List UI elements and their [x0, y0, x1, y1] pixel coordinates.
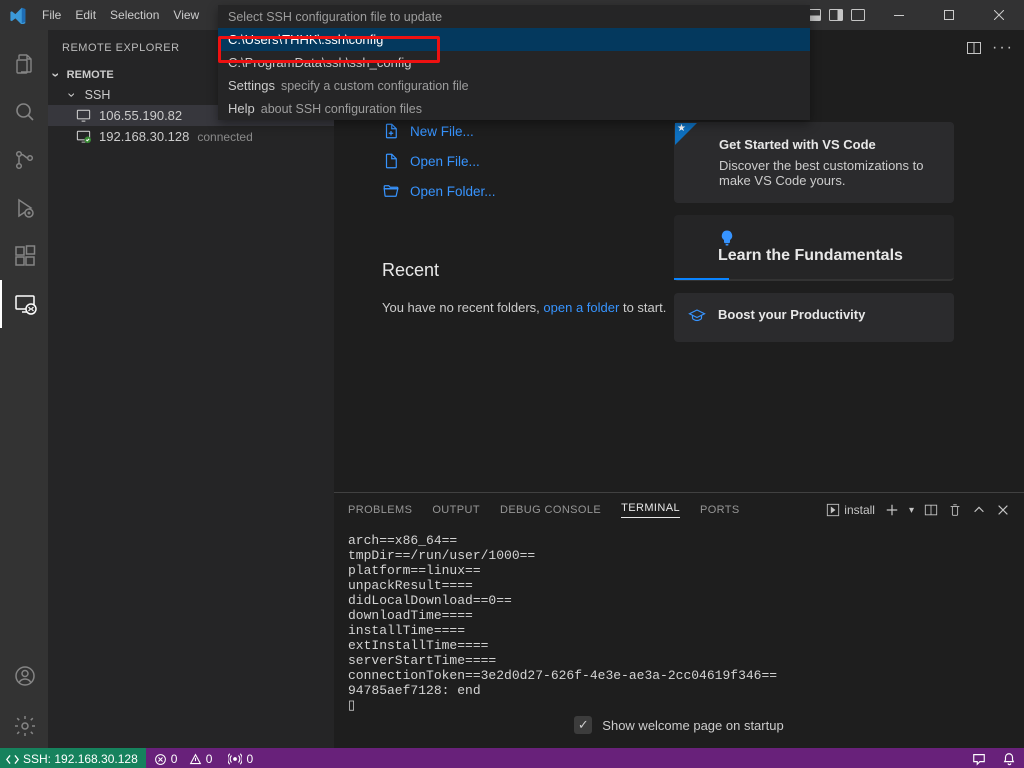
recent-heading: Recent — [382, 260, 674, 281]
progress-bar — [674, 278, 729, 280]
star-badge-icon — [675, 123, 697, 145]
ports-count: 0 — [246, 752, 253, 766]
new-file-label: New File... — [410, 124, 474, 139]
run-debug-icon[interactable] — [0, 184, 48, 232]
status-bar: SSH: 192.168.30.128 0 0 0 — [0, 748, 1024, 768]
settings-gear-icon[interactable] — [0, 704, 48, 748]
qi-label: Help — [228, 101, 255, 116]
quick-input-item[interactable]: Help about SSH configuration files — [218, 97, 810, 120]
tab-debug-console[interactable]: DEBUG CONSOLE — [500, 504, 601, 516]
walkthrough-get-started[interactable]: Get Started with VS Code Discover the be… — [674, 122, 954, 203]
qi-label: Settings — [228, 78, 275, 93]
menu-file[interactable]: File — [35, 0, 68, 30]
extensions-icon[interactable] — [0, 232, 48, 280]
remote-explorer-icon[interactable] — [0, 280, 48, 328]
window-close[interactable] — [976, 0, 1022, 30]
chevron-down-icon[interactable]: ▾ — [909, 505, 914, 516]
card-title: Learn the Fundamentals — [718, 247, 938, 265]
more-actions-icon[interactable]: ··· — [992, 39, 1014, 57]
kill-terminal-icon[interactable] — [948, 503, 962, 517]
tab-output[interactable]: OUTPUT — [432, 504, 480, 516]
close-panel-icon[interactable] — [996, 503, 1010, 517]
warning-count: 0 — [206, 752, 213, 766]
tab-problems[interactable]: PROBLEMS — [348, 504, 412, 516]
quick-input-item[interactable]: Settings specify a custom configuration f… — [218, 74, 810, 97]
task-name: install — [844, 503, 875, 517]
maximize-panel-icon[interactable] — [972, 503, 986, 517]
open-file-link[interactable]: Open File... — [382, 152, 674, 170]
remote-indicator[interactable]: SSH: 192.168.30.128 — [0, 748, 146, 768]
quick-input-item[interactable]: C:\ProgramData\ssh\ssh_config — [218, 51, 810, 74]
remote-label: SSH: 192.168.30.128 — [23, 752, 138, 766]
monitor-connected-icon — [76, 129, 91, 144]
host-status: connected — [197, 130, 252, 144]
panel: PROBLEMS OUTPUT DEBUG CONSOLE TERMINAL P… — [334, 492, 1024, 748]
split-terminal-icon[interactable] — [924, 503, 938, 517]
section-remote-label: REMOTE — [67, 69, 114, 81]
open-folder-link[interactable]: Open Folder... — [382, 182, 674, 200]
card-title: Boost your Productivity — [718, 307, 938, 322]
mortarboard-icon — [688, 307, 706, 325]
qi-sublabel: specify a custom configuration file — [281, 79, 469, 93]
menu-selection[interactable]: Selection — [103, 0, 166, 30]
sidebar: REMOTE EXPLORER REMOTE SSH 106.55.190.82… — [48, 30, 334, 748]
window-minimize[interactable] — [876, 0, 922, 30]
customize-layout-icon[interactable] — [850, 7, 866, 23]
qi-sublabel: about SSH configuration files — [261, 102, 422, 116]
quick-input: Select SSH configuration file to update … — [218, 5, 810, 120]
host-item[interactable]: 192.168.30.128 connected — [48, 126, 334, 147]
activity-bar — [0, 30, 48, 748]
vscode-logo — [0, 7, 35, 24]
qi-label: C:\ProgramData\ssh\ssh_config — [228, 55, 412, 70]
feedback-icon[interactable] — [964, 752, 994, 766]
chevron-down-icon — [54, 67, 63, 83]
menu-edit[interactable]: Edit — [68, 0, 103, 30]
card-title: Get Started with VS Code — [719, 137, 937, 152]
source-control-icon[interactable] — [0, 136, 48, 184]
quick-input-item[interactable]: C:\Users\THHK\.ssh\config — [218, 28, 810, 51]
editor-area: ··· Start New File... Open File... Open … — [334, 30, 1024, 748]
host-ip: 106.55.190.82 — [99, 108, 182, 123]
lightbulb-icon — [718, 229, 938, 247]
open-folder-inline-link[interactable]: open a folder — [543, 300, 619, 315]
accounts-icon[interactable] — [0, 652, 48, 700]
ports-status[interactable]: 0 — [220, 752, 261, 766]
open-folder-label: Open Folder... — [410, 184, 496, 199]
toggle-secondary-icon[interactable] — [828, 7, 844, 23]
new-file-link[interactable]: New File... — [382, 122, 674, 140]
tree-ssh-label: SSH — [85, 88, 111, 102]
tab-terminal[interactable]: TERMINAL — [621, 502, 680, 518]
problems-status[interactable]: 0 0 — [146, 752, 221, 766]
qi-label: C:\Users\THHK\.ssh\config — [228, 32, 383, 47]
search-icon[interactable] — [0, 88, 48, 136]
recent-text: You have no recent folders, open a folde… — [382, 297, 674, 319]
split-editor-icon[interactable] — [966, 40, 982, 56]
tab-ports[interactable]: PORTS — [700, 504, 740, 516]
new-terminal-icon[interactable] — [885, 503, 899, 517]
explorer-icon[interactable] — [0, 40, 48, 88]
monitor-icon — [76, 108, 91, 123]
launch-profile-icon[interactable]: install — [826, 503, 875, 517]
card-body: Discover the best customizations to make… — [719, 158, 937, 188]
terminal-output[interactable]: arch==x86_64== tmpDir==/run/user/1000== … — [334, 527, 1024, 748]
quick-input-title: Select SSH configuration file to update — [218, 5, 810, 28]
walkthrough-productivity[interactable]: Boost your Productivity — [674, 293, 954, 342]
menu-view[interactable]: View — [166, 0, 206, 30]
menu-bar: File Edit Selection View — [35, 0, 206, 30]
window-maximize[interactable] — [926, 0, 972, 30]
host-ip: 192.168.30.128 — [99, 129, 189, 144]
notifications-icon[interactable] — [994, 752, 1024, 766]
open-file-label: Open File... — [410, 154, 480, 169]
welcome-page: Start New File... Open File... Open Fold… — [334, 65, 1024, 492]
error-count: 0 — [171, 752, 178, 766]
walkthrough-fundamentals[interactable]: Learn the Fundamentals — [674, 215, 954, 281]
chevron-down-icon — [70, 87, 79, 103]
